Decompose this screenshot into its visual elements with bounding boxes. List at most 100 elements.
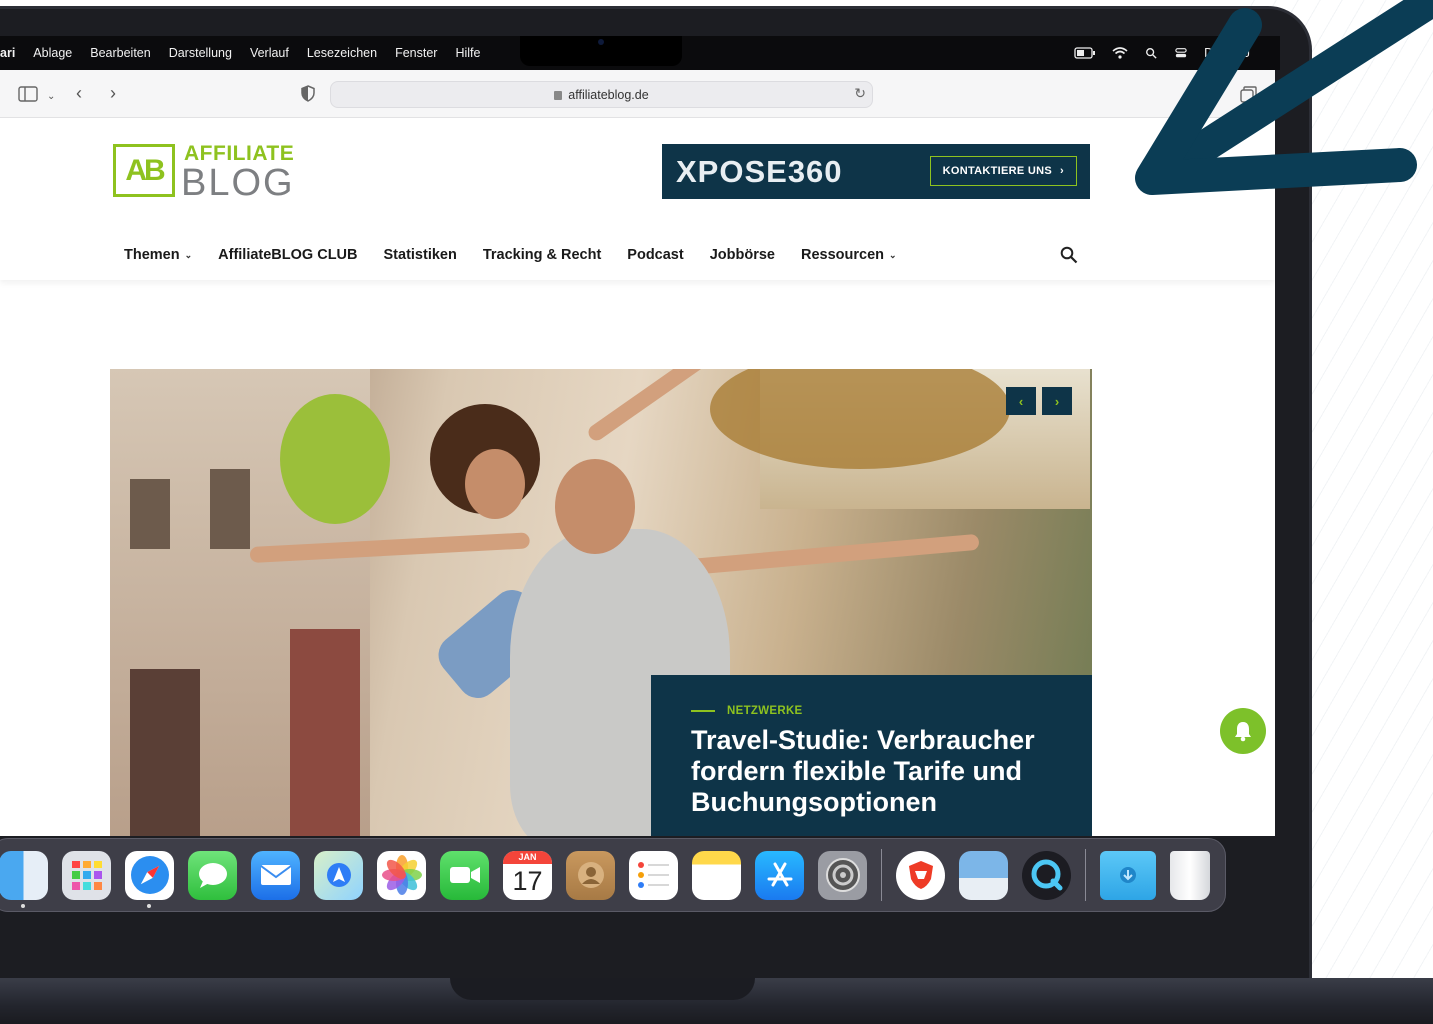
hero-image-face	[465, 449, 525, 519]
nav-item-tracking[interactable]: Tracking & Recht	[483, 247, 601, 263]
menu-app-name[interactable]: ari	[0, 46, 15, 60]
video-camera-icon	[449, 867, 480, 883]
nav-item-club[interactable]: AffiliateBLOG CLUB	[218, 247, 357, 263]
grid-cell	[83, 860, 91, 869]
running-indicator	[21, 903, 25, 908]
notes-icon[interactable]	[692, 850, 741, 900]
person-icon	[577, 862, 604, 888]
download-arrow-icon	[1120, 867, 1136, 883]
browser-toolbar: ⌄ ‹ › affiliateblog.de ↻	[0, 70, 1275, 118]
downloads-folder-icon[interactable]	[1100, 850, 1156, 900]
trash-icon[interactable]	[1170, 850, 1210, 900]
site-logo-mark[interactable]: AB	[113, 144, 175, 197]
safari-icon[interactable]	[125, 850, 174, 908]
nav-label: Ressourcen	[800, 247, 884, 263]
macos-dock: JAN 17	[0, 838, 1226, 912]
hero-article-card[interactable]: NETZWERKE Travel-Studie: Verbraucher for…	[651, 675, 1092, 836]
calendar-icon[interactable]: JAN 17	[503, 850, 552, 900]
nav-label: Podcast	[627, 247, 684, 263]
privacy-shield-icon[interactable]	[301, 85, 315, 102]
grid-cell	[72, 871, 80, 879]
notification-bell-button[interactable]	[1220, 708, 1266, 754]
address-bar[interactable]: affiliateblog.de ↻	[330, 81, 873, 108]
calendar-day: 17	[512, 865, 543, 896]
sidebar-toggle-icon[interactable]	[18, 86, 38, 102]
nav-item-ressourcen[interactable]: Ressourcen ⌄	[801, 247, 897, 263]
annotation-arrow-icon	[1135, 0, 1433, 195]
hero-image-face	[555, 459, 635, 554]
checklist-icon	[638, 861, 669, 888]
chevron-right-icon: ›	[1060, 165, 1064, 177]
wifi-icon[interactable]	[1112, 47, 1128, 59]
menu-darstellung[interactable]: Darstellung	[169, 46, 232, 60]
lock-icon	[554, 91, 563, 100]
grid-cell	[83, 871, 91, 879]
camera-dot	[598, 39, 604, 45]
quicktime-icon[interactable]	[1022, 850, 1071, 900]
menu-bearbeiten[interactable]: Bearbeiten	[90, 46, 150, 60]
nav-label: AffiliateBLOG CLUB	[218, 247, 358, 263]
back-icon[interactable]: ‹	[76, 84, 82, 102]
chevron-down-icon[interactable]: ⌄	[47, 88, 55, 106]
url-text: affiliateblog.de	[568, 87, 649, 102]
forward-icon[interactable]: ›	[110, 84, 116, 102]
slider-prev-button[interactable]: ‹	[1006, 387, 1036, 415]
menu-lesezeichen[interactable]: Lesezeichen	[307, 46, 377, 60]
map-pin-icon	[326, 863, 351, 887]
photos-icon[interactable]	[377, 850, 426, 900]
contacts-icon[interactable]	[566, 850, 615, 900]
slider-next-button[interactable]: ›	[1042, 387, 1072, 415]
speech-bubble-icon	[198, 863, 227, 888]
hero-image-window	[130, 479, 170, 549]
ad-brand-name: XPOSE360	[676, 153, 843, 189]
ad-banner[interactable]: XPOSE360 KONTAKTIERE UNS ›	[662, 144, 1090, 199]
hero-image-door	[130, 669, 200, 836]
lion-browser-icon[interactable]	[896, 850, 945, 900]
hero-slider[interactable]: ‹ › NETZWERKE Travel-Studie: Verbraucher…	[110, 369, 1092, 836]
battery-icon[interactable]	[1074, 47, 1096, 59]
maps-icon[interactable]	[314, 850, 363, 900]
camera-notch	[520, 36, 682, 66]
launchpad-icon[interactable]	[62, 850, 111, 900]
category-line	[691, 710, 715, 712]
app-store-a-icon	[767, 862, 792, 887]
site-logo-bottom[interactable]: BLOG	[181, 162, 295, 205]
ad-cta-button[interactable]: KONTAKTIERE UNS ›	[929, 156, 1077, 186]
envelope-icon	[259, 865, 292, 885]
article-category[interactable]: NETZWERKE	[691, 705, 1052, 717]
site-search-icon[interactable]	[1060, 246, 1078, 264]
app-store-icon[interactable]	[755, 850, 804, 900]
article-headline[interactable]: Travel-Studie: Verbraucher fordern flexi…	[691, 725, 1052, 818]
nav-label: Jobbörse	[709, 247, 775, 263]
play-q-icon	[1031, 859, 1062, 891]
grid-cell	[94, 860, 102, 869]
nav-item-jobboerse[interactable]: Jobbörse	[710, 247, 775, 263]
laptop-hinge	[450, 978, 755, 1000]
menu-ablage[interactable]: Ablage	[33, 46, 72, 60]
lion-shield-icon	[908, 861, 933, 889]
messages-icon[interactable]	[188, 850, 237, 900]
system-settings-icon[interactable]	[818, 850, 867, 900]
finder-icon[interactable]	[0, 850, 48, 908]
menu-hilfe[interactable]: Hilfe	[455, 46, 480, 60]
menu-fenster[interactable]: Fenster	[395, 46, 437, 60]
grid-cell	[83, 881, 91, 890]
reload-icon[interactable]: ↻	[854, 85, 866, 102]
site-header: AB AFFILIATE BLOG XPOSE360 KONTAKTIERE U…	[0, 118, 1275, 280]
grid-cell	[94, 881, 102, 890]
chevron-down-icon: ⌄	[184, 249, 193, 260]
facetime-icon[interactable]	[440, 850, 489, 900]
dock-separator	[881, 849, 882, 901]
preview-icon[interactable]	[959, 850, 1008, 900]
hero-image-tree	[280, 394, 390, 524]
hero-image-shop	[290, 629, 360, 836]
mail-icon[interactable]	[251, 850, 300, 900]
nav-item-themen[interactable]: Themen ⌄	[124, 247, 192, 263]
flower-icon	[381, 855, 422, 895]
grid-cell	[72, 860, 80, 869]
nav-item-statistiken[interactable]: Statistiken	[384, 247, 457, 263]
compass-icon	[130, 856, 169, 894]
nav-item-podcast[interactable]: Podcast	[627, 247, 683, 263]
reminders-icon[interactable]	[629, 850, 678, 900]
menu-verlauf[interactable]: Verlauf	[250, 46, 289, 60]
